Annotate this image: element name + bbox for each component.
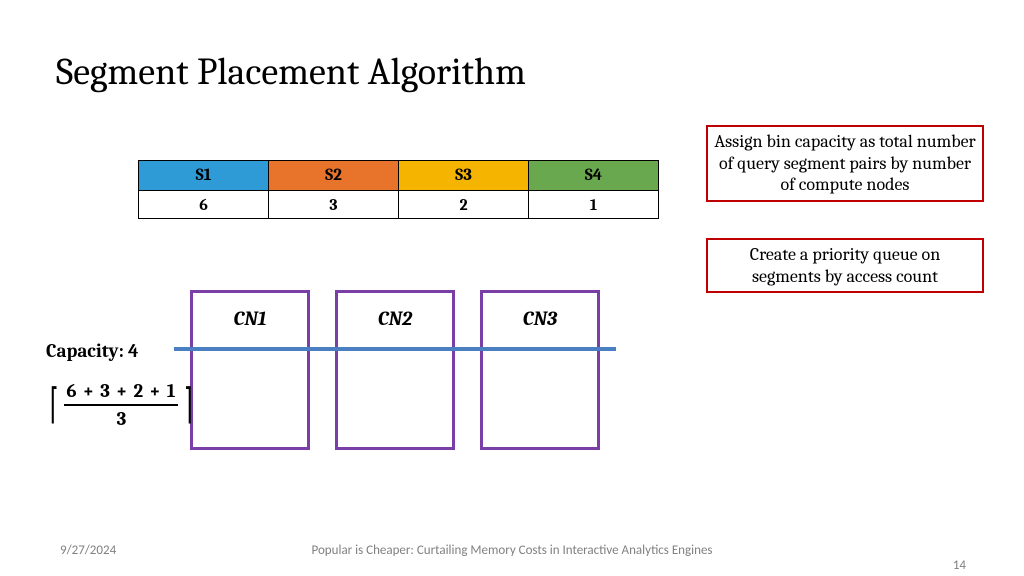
bin-label: CN3	[483, 307, 597, 330]
footer-page-number: 14	[953, 558, 966, 573]
callout-priority-queue: Create a priority queue on segments by a…	[706, 238, 984, 293]
bin-label: CN2	[338, 307, 452, 330]
segment-table: S1 S2 S3 S4 6 3 2 1	[138, 160, 659, 219]
segment-header: S3	[399, 161, 529, 191]
slide-title: Segment Placement Algorithm	[56, 50, 526, 94]
slide-footer: 9/27/2024 Popular is Cheaper: Curtailing…	[0, 543, 1024, 558]
ceil-left-bracket: ⌈	[50, 384, 59, 426]
capacity-line	[174, 347, 616, 351]
segment-header: S2	[269, 161, 399, 191]
callout-bin-capacity: Assign bin capacity as total number of q…	[706, 125, 984, 202]
footer-date: 9/27/2024	[60, 543, 116, 558]
capacity-label: Capacity: 4	[46, 340, 139, 362]
capacity-formula: ⌈ 6 + 3 + 2 + 1 3 ⌉	[46, 380, 197, 430]
segment-value: 1	[529, 191, 659, 219]
bin-label: CN1	[193, 307, 307, 330]
formula-numerator: 6 + 3 + 2 + 1	[64, 380, 178, 406]
segment-header: S1	[139, 161, 269, 191]
segment-value: 3	[269, 191, 399, 219]
footer-title: Popular is Cheaper: Curtailing Memory Co…	[0, 543, 1024, 558]
bin-cn1: CN1	[190, 290, 310, 450]
segment-value: 6	[139, 191, 269, 219]
bin-cn3: CN3	[480, 290, 600, 450]
compute-node-bins: CN1 CN2 CN3	[190, 290, 630, 450]
segment-header: S4	[529, 161, 659, 191]
formula-denominator: 3	[117, 406, 127, 430]
bin-cn2: CN2	[335, 290, 455, 450]
segment-value: 2	[399, 191, 529, 219]
ceil-right-bracket: ⌉	[184, 384, 193, 426]
